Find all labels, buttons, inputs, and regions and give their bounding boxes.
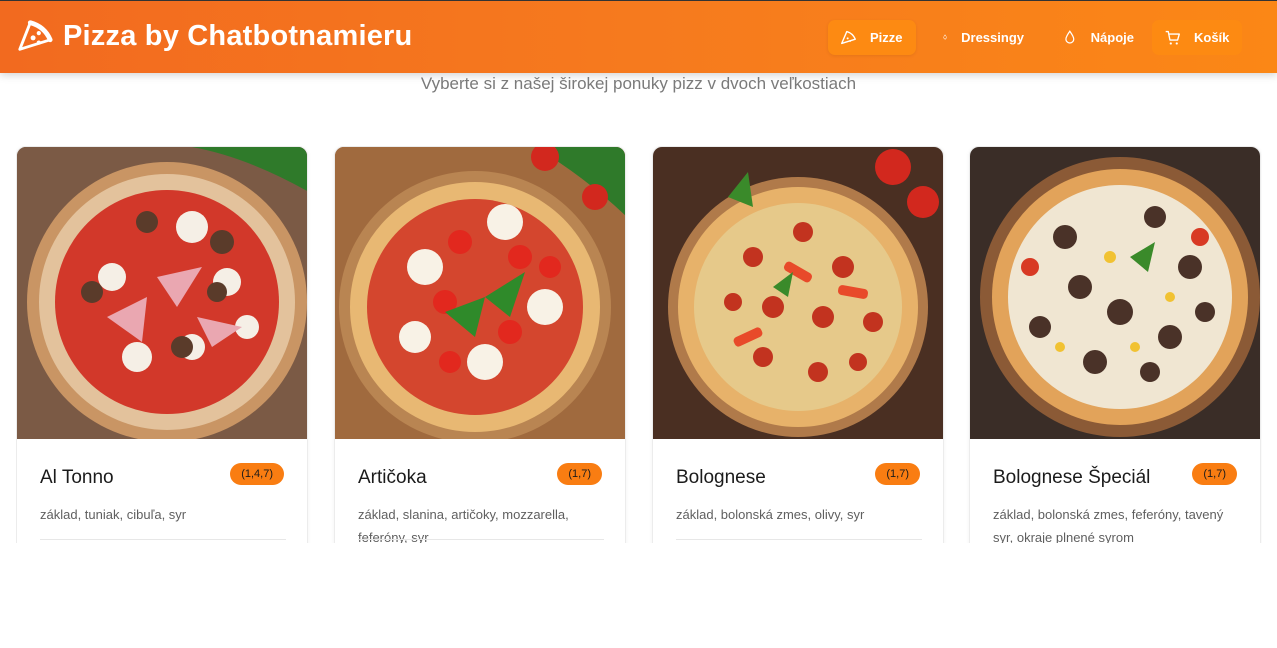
pizza-name: Bolognese Špeciál xyxy=(993,467,1151,488)
pizza-image xyxy=(653,147,943,439)
pizza-description: základ, slanina, artičoky, mozzarella, f… xyxy=(358,507,569,543)
nav-item-kosik[interactable]: Košík xyxy=(1152,20,1242,55)
allergen-badge: (1,7) xyxy=(557,463,602,485)
brand[interactable]: Pizza by Chatbotnamieru xyxy=(16,17,412,55)
cart-icon xyxy=(1165,30,1180,45)
pizza-name: Artičoka xyxy=(358,467,427,488)
pizza-slice-icon xyxy=(18,20,53,51)
site-header: Pizza by Chatbotnamieru Pizze Dressingy … xyxy=(0,0,1277,73)
pizza-image xyxy=(17,147,307,439)
nav-label: Košík xyxy=(1194,30,1230,45)
pizza-image xyxy=(970,147,1260,439)
nav-item-dressingy[interactable]: Dressingy xyxy=(930,20,1036,55)
nav-item-napoje[interactable]: Nápoje xyxy=(1050,20,1146,55)
pizza-description: základ, tuniak, cibuľa, syr xyxy=(40,507,187,522)
pizza-name: Bolognese xyxy=(676,467,766,488)
pizza-card[interactable]: Bolognese Špeciál (1,7) základ, bolonská… xyxy=(969,146,1261,543)
pizza-name: Al Tonno xyxy=(40,467,114,488)
nav-item-pizze[interactable]: Pizze xyxy=(828,20,916,55)
allergen-badge: (1,4,7) xyxy=(230,463,284,485)
pizza-description: základ, bolonská zmes, feferóny, tavený … xyxy=(993,507,1224,543)
nav-label: Pizze xyxy=(870,30,903,45)
nav-label: Dressingy xyxy=(961,30,1024,45)
page-subtitle: Vyberte si z našej širokej ponuky pizz v… xyxy=(420,74,857,93)
pizza-slice-icon xyxy=(841,30,856,45)
card-divider xyxy=(358,539,604,540)
drop-icon xyxy=(1065,30,1075,44)
card-divider xyxy=(40,539,286,540)
allergen-badge: (1,7) xyxy=(1192,463,1237,485)
pizza-card[interactable]: Bolognese (1,7) základ, bolonská zmes, o… xyxy=(652,146,944,543)
card-divider xyxy=(676,539,922,540)
brand-title: Pizza by Chatbotnamieru xyxy=(63,19,413,52)
allergen-badge: (1,7) xyxy=(875,463,920,485)
nav-label: Nápoje xyxy=(1090,30,1134,45)
pizza-card[interactable]: Artičoka (1,7) základ, slanina, artičoky… xyxy=(334,146,626,543)
main-nav: Pizze Dressingy Nápoje Košík xyxy=(828,20,1242,55)
pizza-image xyxy=(335,147,625,439)
sauce-bottle-icon xyxy=(943,34,947,40)
pizza-grid: Al Tonno (1,4,7) základ, tuniak, cibuľa,… xyxy=(16,146,1262,543)
pizza-card[interactable]: Al Tonno (1,4,7) základ, tuniak, cibuľa,… xyxy=(16,146,308,543)
pizza-description: základ, bolonská zmes, olivy, syr xyxy=(676,507,865,522)
